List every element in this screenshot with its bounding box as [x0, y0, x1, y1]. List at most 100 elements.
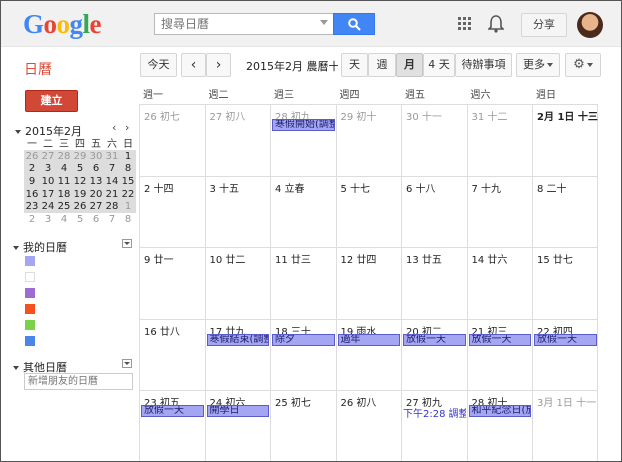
day-number[interactable]: 29 初十 — [341, 108, 377, 123]
day-cell[interactable]: 27 初九 — [401, 390, 467, 461]
day-number[interactable]: 8 二十 — [537, 180, 567, 195]
event-chip[interactable]: 放假一天 — [403, 333, 466, 346]
day-cell[interactable]: 4 立春 — [270, 175, 336, 247]
event-chip[interactable]: 放假一天 — [534, 333, 597, 346]
day-cell[interactable]: 20 初二 — [401, 318, 467, 390]
day-number[interactable]: 16 廿八 — [144, 323, 180, 338]
day-number[interactable]: 12 廿四 — [341, 251, 377, 266]
calendar-color-swatch[interactable] — [25, 336, 35, 346]
calendar-color-swatch[interactable] — [25, 288, 35, 298]
mini-day[interactable]: 24 — [40, 200, 56, 213]
view-week-button[interactable]: 週 — [368, 53, 396, 77]
day-cell[interactable]: 8 二十 — [532, 175, 598, 247]
settings-button[interactable]: ⚙ — [565, 53, 601, 77]
day-number[interactable]: 2 十四 — [144, 180, 174, 195]
mini-day[interactable]: 29 — [72, 150, 88, 163]
day-number[interactable]: 27 初八 — [210, 108, 246, 123]
mini-day[interactable]: 14 — [104, 175, 120, 188]
create-event-button[interactable]: 建立 — [25, 90, 78, 112]
mini-day[interactable]: 1 — [120, 200, 136, 213]
mini-day[interactable]: 12 — [72, 175, 88, 188]
day-cell[interactable]: 22 初四 — [532, 318, 598, 390]
my-calendars-menu-icon[interactable] — [122, 239, 132, 248]
mini-day[interactable]: 26 — [24, 150, 40, 163]
day-cell[interactable]: 15 廿七 — [532, 247, 598, 319]
mini-day[interactable]: 3 — [40, 162, 56, 176]
day-cell[interactable]: 13 廿五 — [401, 247, 467, 319]
day-number[interactable]: 25 初七 — [275, 394, 311, 409]
mini-day[interactable]: 9 — [24, 175, 40, 188]
mini-day[interactable]: 31 — [104, 150, 120, 163]
calendar-color-swatch[interactable] — [25, 304, 35, 314]
mini-day[interactable]: 3 — [40, 213, 56, 226]
day-cell[interactable]: 30 十一 — [401, 104, 467, 176]
day-cell[interactable]: 17 廿九 — [204, 318, 270, 390]
search-button[interactable] — [333, 13, 375, 35]
mini-day[interactable]: 8 — [120, 162, 136, 176]
day-number[interactable]: 3 十五 — [210, 180, 240, 195]
mini-day[interactable]: 5 — [72, 162, 88, 176]
mini-day[interactable]: 16 — [24, 187, 40, 201]
mini-day[interactable]: 26 — [72, 200, 88, 213]
day-number[interactable]: 11 廿三 — [275, 251, 311, 266]
mini-day[interactable]: 2 — [24, 162, 40, 176]
mini-next-button[interactable]: › — [125, 121, 129, 134]
day-cell[interactable]: 3月 1日 十一 — [532, 390, 598, 461]
mini-day[interactable]: 4 — [56, 213, 72, 226]
user-avatar[interactable] — [577, 12, 603, 38]
mini-day[interactable]: 28 — [104, 200, 120, 213]
day-number[interactable]: 10 廿二 — [210, 251, 246, 266]
other-calendars-menu-icon[interactable] — [122, 359, 132, 368]
mini-day[interactable]: 27 — [88, 200, 104, 213]
view-day-button[interactable]: 天 — [341, 53, 368, 77]
view-4day-button[interactable]: 4 天 — [423, 53, 455, 77]
mini-day[interactable]: 13 — [88, 175, 104, 188]
event-chip[interactable]: 寒假結束(調整) — [206, 333, 269, 346]
share-button[interactable]: 分享 — [521, 13, 567, 37]
search-box[interactable] — [154, 13, 334, 35]
day-cell[interactable]: 2 十四 — [139, 175, 205, 247]
day-cell[interactable]: 10 廿二 — [204, 247, 270, 319]
calendar-color-swatch[interactable] — [25, 272, 35, 282]
mini-day[interactable]: 1 — [120, 150, 136, 163]
mini-day[interactable]: 27 — [40, 150, 56, 163]
day-cell[interactable]: 2月 1日 十三 — [532, 104, 598, 176]
day-number[interactable]: 9 廿一 — [144, 251, 174, 266]
mini-day[interactable]: 7 — [104, 162, 120, 176]
mini-day[interactable]: 8 — [120, 213, 136, 226]
notifications-bell-icon[interactable] — [488, 15, 504, 33]
next-period-button[interactable]: › — [206, 53, 231, 77]
mini-day[interactable]: 17 — [40, 187, 56, 201]
mini-day[interactable]: 18 — [56, 187, 72, 201]
calendar-color-swatch[interactable] — [25, 256, 35, 266]
day-number[interactable]: 5 十七 — [341, 180, 371, 195]
day-cell[interactable]: 19 雨水 — [335, 318, 401, 390]
event-chip[interactable]: 下午2:28 調整放 — [403, 405, 466, 420]
mini-day[interactable]: 6 — [88, 213, 104, 226]
event-chip[interactable]: 開學日 — [206, 405, 269, 417]
day-cell[interactable]: 6 十八 — [401, 175, 467, 247]
day-number[interactable]: 26 初七 — [144, 108, 180, 123]
day-cell[interactable]: 26 初七 — [139, 104, 205, 176]
day-number[interactable]: 6 十八 — [406, 180, 436, 195]
prev-period-button[interactable]: ‹ — [181, 53, 206, 77]
mini-day[interactable]: 30 — [88, 150, 104, 163]
day-cell[interactable]: 18 三十 — [270, 318, 336, 390]
apps-grid-icon[interactable] — [458, 17, 472, 31]
day-cell[interactable]: 28 初九 — [270, 104, 336, 176]
mini-day[interactable]: 22 — [120, 187, 136, 201]
day-number[interactable]: 31 十二 — [472, 108, 508, 123]
mini-day[interactable]: 6 — [88, 162, 104, 176]
day-cell[interactable]: 25 初七 — [270, 390, 336, 461]
day-number[interactable]: 4 立春 — [275, 180, 305, 195]
day-cell[interactable]: 12 廿四 — [335, 247, 401, 319]
day-number[interactable]: 15 廿七 — [537, 251, 573, 266]
day-cell[interactable]: 27 初八 — [204, 104, 270, 176]
day-number[interactable]: 30 十一 — [406, 108, 442, 123]
mini-day[interactable]: 28 — [56, 150, 72, 163]
day-number[interactable]: 7 十九 — [472, 180, 502, 195]
event-chip[interactable]: 除夕 — [272, 333, 335, 346]
day-number[interactable]: 2月 1日 十三 — [537, 108, 598, 123]
mini-day[interactable]: 11 — [56, 175, 72, 188]
day-number[interactable]: 14 廿六 — [472, 251, 508, 266]
